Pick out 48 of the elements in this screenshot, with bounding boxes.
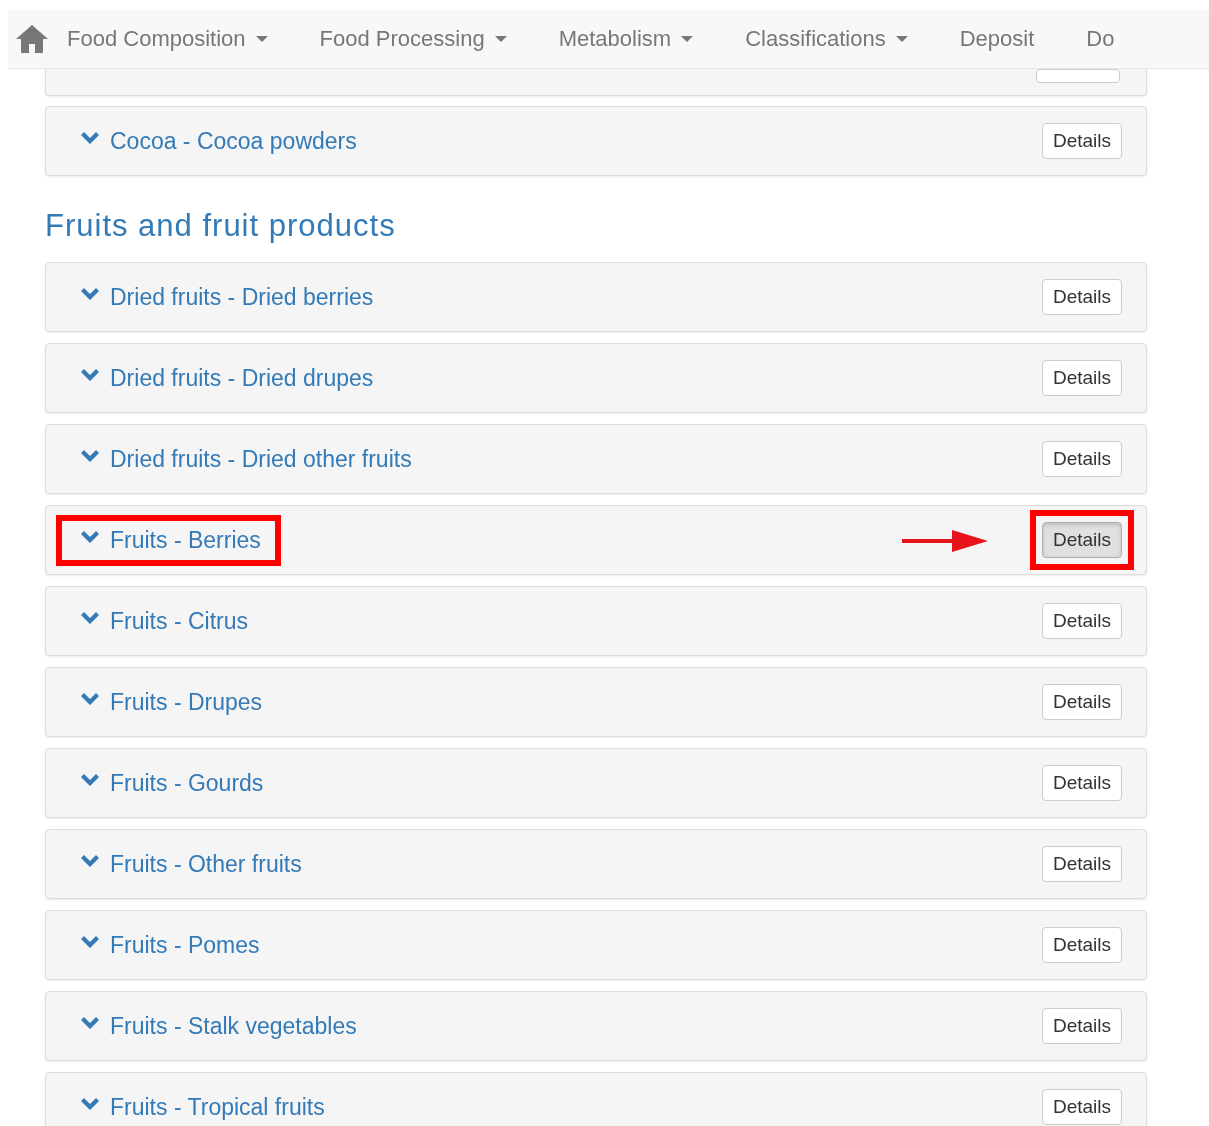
nav-menu-item[interactable]: Metabolism [558, 26, 694, 52]
chevron-down-icon [80, 288, 100, 302]
panel-title-link[interactable]: Fruits - Citrus [56, 595, 268, 647]
chevron-down-icon [80, 1098, 100, 1112]
caret-icon [255, 36, 268, 42]
nav-menu-item[interactable]: Classifications [745, 26, 908, 52]
chevron-down-icon [80, 450, 100, 464]
details-button[interactable]: Details [1041, 279, 1122, 315]
chevron-down-icon [80, 936, 100, 950]
chevron-down-icon [80, 855, 100, 869]
chevron-down-icon [80, 693, 100, 707]
home-icon[interactable] [15, 24, 49, 54]
chevron-down-icon [80, 132, 100, 146]
details-button[interactable]: Details [1041, 603, 1122, 639]
panel-title-link[interactable]: Dried fruits - Dried berries [56, 271, 394, 323]
chevron-down-icon [80, 612, 100, 626]
details-button[interactable]: Details [1041, 522, 1122, 558]
details-button[interactable]: Details [1041, 123, 1122, 159]
panel-title-link[interactable]: Fruits - Stalk vegetables [56, 1000, 377, 1052]
panel-title-link[interactable]: Fruits - Berries [56, 514, 281, 566]
details-button[interactable]: Details [1041, 1008, 1122, 1044]
nav-menu-item[interactable]: Food Composition [67, 26, 268, 52]
details-button[interactable]: Details [1041, 927, 1122, 963]
chevron-down-icon [80, 1017, 100, 1031]
nav-menu-item[interactable]: Food Processing [319, 26, 507, 52]
details-button[interactable]: Details [1041, 1089, 1122, 1125]
details-button[interactable]: Details [1041, 684, 1122, 720]
panel-title-link[interactable]: Fruits - Pomes [56, 919, 280, 971]
nav-menu-item[interactable]: Deposit [959, 26, 1035, 52]
details-button[interactable]: Details [1041, 441, 1122, 477]
panel-title-link[interactable]: Fruits - Drupes [56, 676, 283, 728]
nav-menu-item[interactable]: Do [1086, 26, 1115, 52]
chevron-down-icon [80, 369, 100, 383]
panel-title-link[interactable]: Fruits - Other fruits [56, 838, 322, 890]
caret-icon [895, 36, 908, 42]
caret-icon [494, 36, 507, 42]
details-button[interactable]: Details [1041, 765, 1122, 801]
panel-title-link[interactable]: Fruits - Tropical fruits [56, 1081, 345, 1126]
section-heading: Fruits and fruit products [45, 208, 397, 244]
chevron-down-icon [80, 531, 100, 545]
panel-title-link[interactable]: Cocoa - Cocoa powders [56, 115, 377, 167]
chevron-down-icon [80, 774, 100, 788]
details-button[interactable]: Details [1041, 846, 1122, 882]
caret-icon [681, 36, 694, 42]
details-button[interactable]: Details [1041, 360, 1122, 396]
panel-title-link[interactable]: Fruits - Gourds [56, 757, 284, 809]
panel-title-link[interactable]: Dried fruits - Dried other fruits [56, 433, 432, 485]
panel-title-link[interactable]: Dried fruits - Dried drupes [56, 352, 394, 404]
